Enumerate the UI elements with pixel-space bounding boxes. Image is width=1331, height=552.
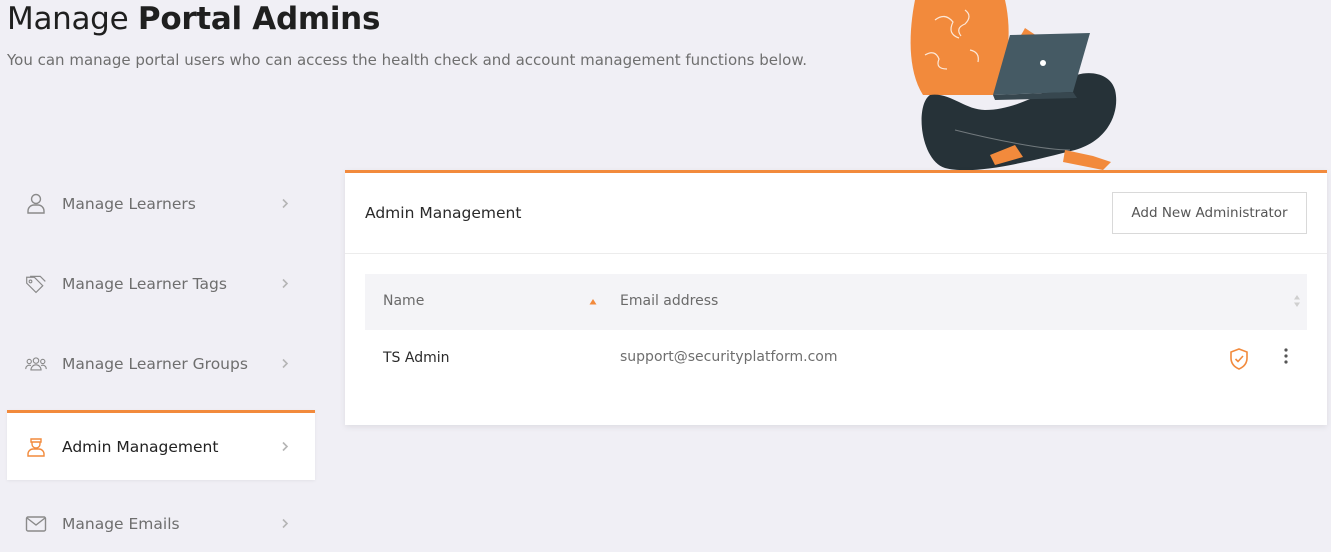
sort-ascending-icon[interactable] <box>589 294 597 310</box>
user-icon <box>25 193 47 215</box>
sort-icon[interactable] <box>1293 294 1301 312</box>
chevron-right-icon <box>281 437 289 456</box>
sidebar-item-label: Manage Emails <box>62 515 180 533</box>
chevron-right-icon <box>281 275 289 294</box>
sidebar: Manage Learners Manage Learner Tags Mana… <box>7 164 315 552</box>
table-header: Name Email address <box>365 274 1307 330</box>
sidebar-item-manage-learner-groups[interactable]: Manage Learner Groups <box>7 324 315 404</box>
sidebar-item-manage-learners[interactable]: Manage Learners <box>7 164 315 244</box>
panel-title: Admin Management <box>365 204 522 222</box>
column-header-email[interactable]: Email address <box>620 293 718 309</box>
sidebar-item-manage-learner-tags[interactable]: Manage Learner Tags <box>7 244 315 324</box>
shield-check-icon <box>1228 347 1250 375</box>
sidebar-item-label: Manage Learner Tags <box>62 275 227 293</box>
chevron-right-icon <box>281 195 289 214</box>
sidebar-item-label: Admin Management <box>62 437 219 456</box>
panel-header: Admin Management Add New Administrator <box>345 173 1327 254</box>
group-icon <box>25 353 47 375</box>
add-new-administrator-button[interactable]: Add New Administrator <box>1112 192 1307 234</box>
sidebar-item-label: Manage Learners <box>62 195 196 213</box>
column-header-name[interactable]: Name <box>383 293 424 309</box>
kebab-menu-icon[interactable] <box>1283 347 1289 369</box>
sidebar-item-admin-management[interactable]: Admin Management <box>7 410 315 480</box>
admin-name: TS Admin <box>383 350 450 366</box>
sidebar-item-label: Manage Learner Groups <box>62 355 248 373</box>
page-subtitle: You can manage portal users who can acce… <box>7 51 807 69</box>
chevron-right-icon <box>281 355 289 374</box>
tag-icon <box>25 273 47 295</box>
admin-email: support@securityplatform.com <box>620 349 838 365</box>
page-title-bold: Portal Admins <box>137 1 381 37</box>
sidebar-item-manage-emails[interactable]: Manage Emails <box>7 484 315 552</box>
chevron-right-icon <box>281 515 289 534</box>
admin-management-panel: Admin Management Add New Administrator N… <box>345 170 1327 425</box>
admin-table: Name Email address TS Admin support@secu… <box>365 274 1307 388</box>
page-title-normal: Manage <box>7 1 138 37</box>
admin-icon <box>25 436 47 458</box>
person-with-laptop-illustration <box>910 0 1117 171</box>
page-title: Manage Portal Admins <box>7 0 380 38</box>
mail-icon <box>25 513 47 535</box>
table-row: TS Admin support@securityplatform.com <box>365 330 1307 388</box>
